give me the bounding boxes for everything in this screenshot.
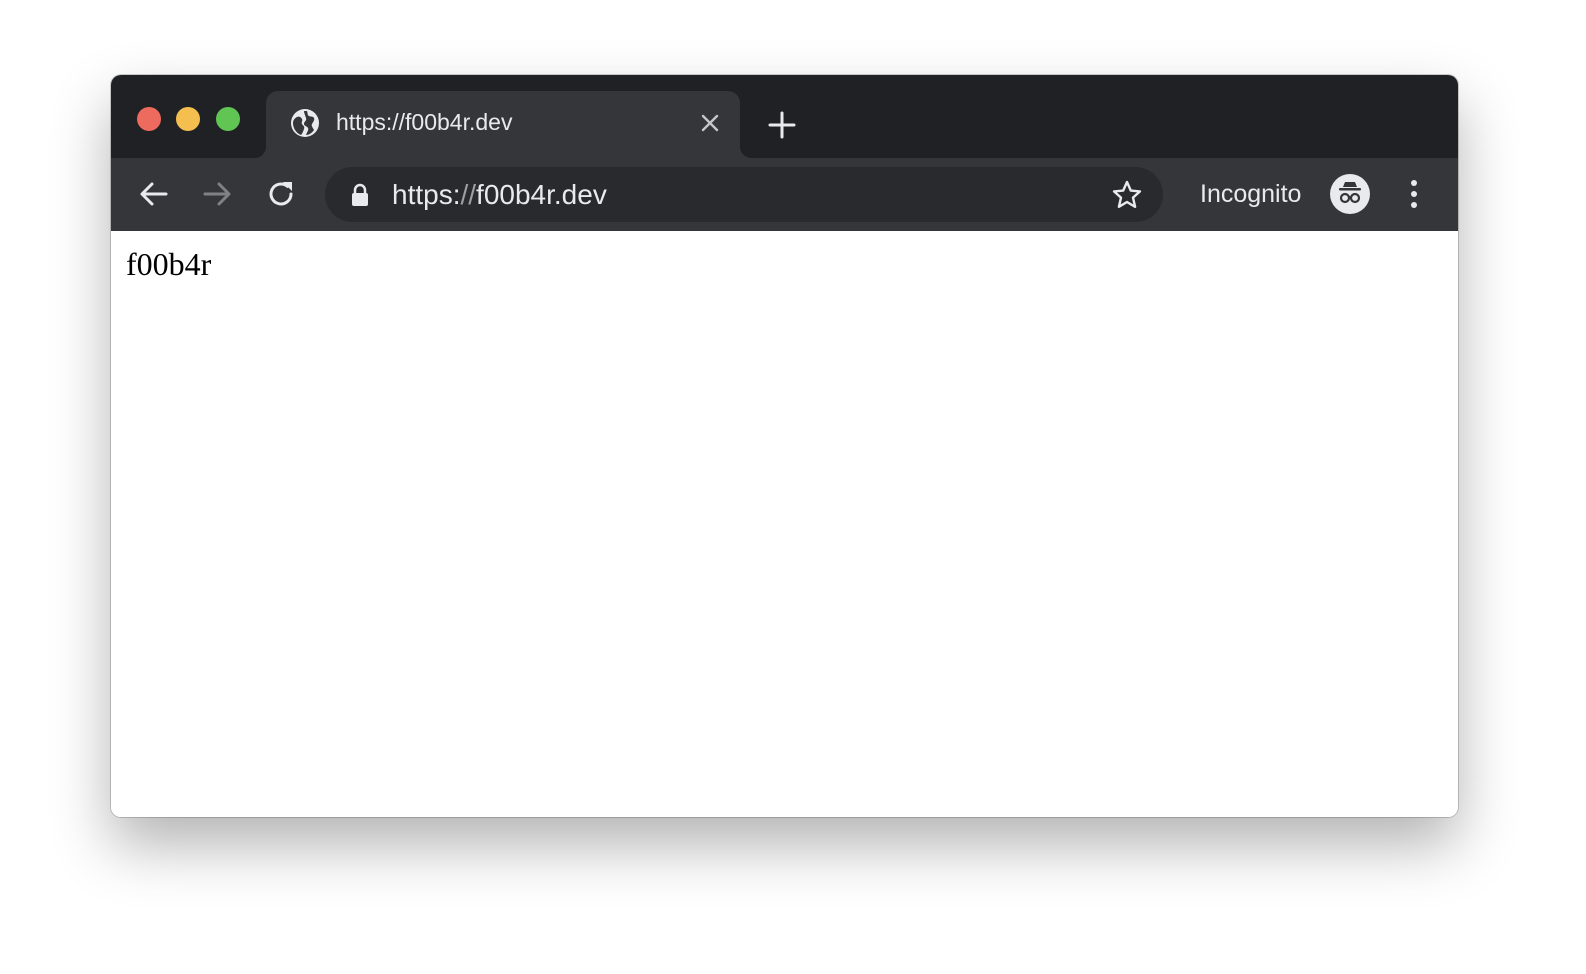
close-icon[interactable]	[698, 111, 722, 135]
url-text[interactable]: https://f00b4r.dev	[392, 179, 607, 211]
lock-icon[interactable]	[349, 183, 371, 207]
toolbar: https://f00b4r.dev Incognito	[111, 158, 1458, 231]
star-icon[interactable]	[1111, 179, 1143, 211]
page-content: f00b4r	[111, 231, 1458, 817]
browser-window: https://f00b4r.dev https://f00b4r.dev In…	[111, 75, 1458, 817]
tab-active[interactable]: https://f00b4r.dev	[254, 91, 752, 158]
incognito-icon[interactable]	[1330, 174, 1370, 214]
page-body-text: f00b4r	[126, 246, 212, 282]
address-bar[interactable]: https://f00b4r.dev	[325, 167, 1163, 222]
close-window-button[interactable]	[137, 107, 161, 131]
url-host: f00b4r.dev	[476, 179, 607, 210]
tab-strip: https://f00b4r.dev	[111, 75, 1458, 158]
more-vert-icon[interactable]	[1399, 177, 1429, 211]
reload-icon[interactable]	[264, 177, 298, 211]
arrow-right-icon[interactable]	[200, 177, 234, 211]
globe-icon	[291, 109, 319, 137]
url-slashes: //	[460, 179, 477, 210]
tab-title: https://f00b4r.dev	[336, 109, 513, 135]
incognito-label[interactable]: Incognito	[1200, 180, 1301, 209]
maximize-window-button[interactable]	[216, 107, 240, 131]
url-scheme: https:	[392, 179, 461, 210]
minimize-window-button[interactable]	[176, 107, 200, 131]
plus-icon[interactable]	[766, 109, 798, 141]
arrow-left-icon[interactable]	[137, 177, 171, 211]
